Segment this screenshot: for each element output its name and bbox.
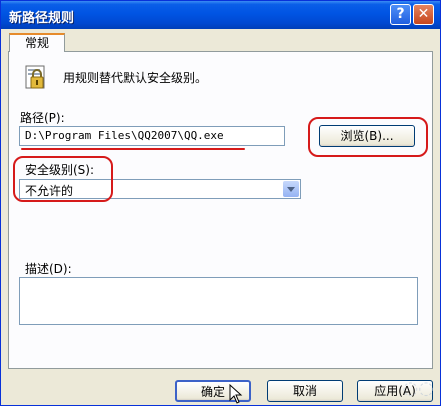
path-underline-annotation bbox=[21, 148, 245, 150]
browse-highlight-annotation bbox=[308, 117, 428, 157]
dialog-window: 新路径规则 ? ✕ 常规 用规则替代默认安全级别。 路径(P): D:\Prog… bbox=[0, 0, 441, 406]
security-highlight-annotation bbox=[13, 156, 113, 202]
description-textarea[interactable] bbox=[19, 277, 418, 325]
close-button[interactable]: ✕ bbox=[413, 4, 434, 25]
path-input[interactable]: D:\Program Files\QQ2007\QQ.exe bbox=[19, 126, 285, 146]
rule-description: 用规则替代默认安全级别。 bbox=[63, 71, 208, 85]
cancel-button[interactable]: 取消 bbox=[267, 380, 343, 402]
path-label: 路径(P): bbox=[20, 111, 65, 125]
tab-general[interactable]: 常规 bbox=[9, 33, 65, 52]
help-button[interactable]: ? bbox=[390, 4, 411, 25]
title-bar[interactable]: 新路径规则 ? ✕ bbox=[1, 1, 440, 29]
policy-lock-icon bbox=[25, 65, 45, 89]
window-title: 新路径规则 bbox=[9, 11, 75, 26]
mouse-cursor-icon bbox=[229, 384, 243, 404]
chevron-down-icon[interactable] bbox=[283, 181, 299, 197]
description-label: 描述(D): bbox=[25, 262, 72, 276]
watermark: ◌◌ bbox=[402, 378, 434, 399]
